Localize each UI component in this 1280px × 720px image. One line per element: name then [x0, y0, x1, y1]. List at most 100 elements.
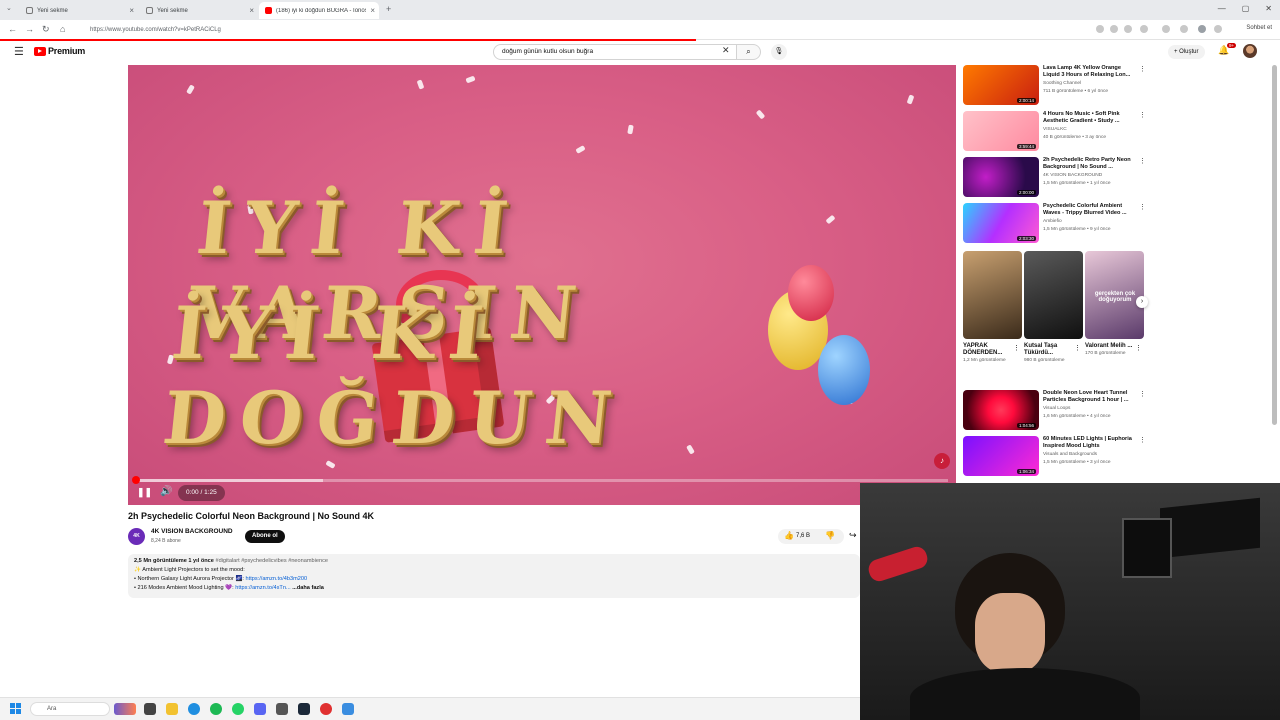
video-title[interactable]: Psychedelic Colorful Ambient Waves - Tri…: [1043, 203, 1135, 217]
tab-search-icon[interactable]: ⌄: [6, 4, 12, 12]
url-field[interactable]: https://www.youtube.com/watch?v=kPetRACi…: [78, 24, 1078, 36]
channel-name[interactable]: VISUALKC: [1043, 127, 1067, 132]
file-explorer-icon[interactable]: [166, 703, 178, 715]
recommended-video[interactable]: 1:04:56 Double Neon Love Heart Tunnel Pa…: [963, 390, 1148, 432]
more-options-icon[interactable]: ⋮: [1139, 111, 1146, 119]
profile-icon[interactable]: [1198, 25, 1206, 33]
volume-icon[interactable]: 🔊: [160, 486, 172, 497]
steam-icon[interactable]: [298, 703, 310, 715]
forward-icon[interactable]: →: [25, 24, 34, 34]
more-options-icon[interactable]: ⋮: [1139, 157, 1146, 165]
spotify-icon[interactable]: [210, 703, 222, 715]
more-options-icon[interactable]: ⋮: [1139, 390, 1146, 398]
video-thumbnail[interactable]: 2:00:14: [963, 65, 1039, 105]
channel-name[interactable]: Visual Loops: [1043, 406, 1070, 411]
channel-name[interactable]: 4K VISION BACKGROUND: [1043, 173, 1102, 178]
app-icon[interactable]: [342, 703, 354, 715]
show-more-link[interactable]: ...daha fazla: [292, 585, 324, 591]
chevron-right-icon[interactable]: ›: [1136, 296, 1148, 308]
short-title[interactable]: YAPRAK DÖNERDEN...: [963, 343, 1013, 357]
video-description[interactable]: 2,5 Mn görüntüleme 1 yıl önce #digitalar…: [128, 554, 860, 598]
extension-icon[interactable]: [1124, 25, 1132, 33]
hashtags[interactable]: #digitalart #psychedelicvibes #neonambie…: [215, 558, 328, 564]
clear-search-icon[interactable]: ✕: [722, 45, 730, 56]
back-icon[interactable]: ←: [8, 24, 17, 34]
browser-tab[interactable]: Yeni sekme ×: [20, 2, 138, 19]
more-options-icon[interactable]: ⋮: [1139, 203, 1146, 211]
short-title[interactable]: Valorant Melih ...: [1085, 343, 1135, 350]
channel-name[interactable]: Soothing Channel: [1043, 81, 1081, 86]
more-options-icon[interactable]: ⋮: [1135, 344, 1142, 352]
search-input[interactable]: doğum günün kutlu olsun buğra: [493, 44, 737, 60]
channel-watermark-icon[interactable]: ♪: [934, 453, 950, 469]
favorites-icon[interactable]: [1180, 25, 1188, 33]
short-item[interactable]: YAPRAK DÖNERDEN... 1,2 Mn görüntüleme ⋮: [963, 251, 1022, 364]
taskbar-search-input[interactable]: Ara: [30, 702, 110, 716]
recommended-video[interactable]: 2:03:30 Psychedelic Colorful Ambient Wav…: [963, 203, 1148, 245]
browser-tab-active[interactable]: (186) iyi ki doğdun BUĞRA - Ionos ×: [259, 2, 379, 19]
video-thumbnail[interactable]: 3:59:44: [963, 111, 1039, 151]
channel-name[interactable]: 4K VISION BACKGROUND: [151, 528, 233, 535]
subscribe-button[interactable]: Abone ol: [245, 530, 285, 543]
share-icon[interactable]: ↪: [849, 530, 857, 541]
search-button[interactable]: ⌕: [737, 44, 761, 60]
recommended-video[interactable]: 3:59:44 4 Hours No Music • Soft Pink Aes…: [963, 111, 1148, 153]
channel-name[interactable]: Visuals and Backgrounds: [1043, 452, 1097, 457]
copilot-chat-button[interactable]: Sohbet et: [1246, 25, 1272, 31]
widget-icon[interactable]: [114, 703, 136, 715]
description-link[interactable]: https://amzn.to/4sTn...: [235, 585, 290, 591]
youtube-logo[interactable]: Premium: [34, 46, 85, 56]
create-button[interactable]: + Oluştur: [1168, 45, 1205, 59]
task-view-icon[interactable]: [144, 703, 156, 715]
channel-name[interactable]: Ambiefio: [1043, 219, 1062, 224]
recommended-video[interactable]: 2:00:00 2h Psychedelic Retro Party Neon …: [963, 157, 1148, 199]
short-item[interactable]: Kutsal Taşa Tükürdü... 980 B görüntüleme…: [1024, 251, 1083, 364]
recommended-video[interactable]: 1:06:34 60 Minutes LED Lights | Euphoria…: [963, 436, 1148, 478]
discord-icon[interactable]: [254, 703, 266, 715]
extension-icon[interactable]: [1140, 25, 1148, 33]
close-window-icon[interactable]: ✕: [1265, 4, 1272, 13]
short-thumbnail[interactable]: [963, 251, 1022, 339]
windows-start-icon[interactable]: [10, 703, 21, 714]
description-link[interactable]: https://amzn.to/4b3m200: [246, 576, 308, 582]
short-thumbnail[interactable]: gerçekten çok doğuyorum: [1085, 251, 1144, 339]
maximize-icon[interactable]: ▢: [1242, 4, 1250, 13]
hamburger-menu-icon[interactable]: ☰: [14, 45, 24, 58]
video-title[interactable]: Lava Lamp 4K Yellow Orange Liquid 3 Hour…: [1043, 65, 1135, 79]
video-title[interactable]: Double Neon Love Heart Tunnel Particles …: [1043, 390, 1135, 404]
page-scrollbar[interactable]: [1272, 65, 1277, 425]
progress-bar[interactable]: [136, 479, 948, 482]
video-thumbnail[interactable]: 2:03:30: [963, 203, 1039, 243]
whatsapp-icon[interactable]: [232, 703, 244, 715]
more-options-icon[interactable]: ⋮: [1013, 344, 1020, 352]
tab-close-icon[interactable]: ×: [249, 6, 254, 15]
more-options-icon[interactable]: ⋮: [1139, 65, 1146, 73]
short-title[interactable]: Kutsal Taşa Tükürdü...: [1024, 343, 1074, 357]
extension-icon[interactable]: [1110, 25, 1118, 33]
home-icon[interactable]: ⌂: [60, 24, 65, 34]
recommended-video[interactable]: 2:00:14 Lava Lamp 4K Yellow Orange Liqui…: [963, 65, 1148, 107]
account-avatar[interactable]: [1243, 44, 1257, 58]
extension-icon[interactable]: [1162, 25, 1170, 33]
video-player[interactable]: İYİ Kİ VARSIN İYİ Kİ DOĞDUN ❚❚ 🔊 0:00 / …: [128, 65, 956, 505]
voice-search-button[interactable]: 🎙: [771, 44, 787, 60]
pause-icon[interactable]: ❚❚: [137, 487, 152, 499]
video-title[interactable]: 4 Hours No Music • Soft Pink Aesthetic G…: [1043, 111, 1135, 125]
like-count[interactable]: 7,6 B: [796, 533, 810, 539]
tab-close-icon[interactable]: ×: [129, 6, 134, 15]
progress-scrubber[interactable]: [132, 476, 140, 484]
app-icon[interactable]: [320, 703, 332, 715]
video-title[interactable]: 2h Psychedelic Retro Party Neon Backgrou…: [1043, 157, 1135, 171]
minimize-icon[interactable]: —: [1218, 4, 1226, 13]
tab-close-icon[interactable]: ×: [370, 6, 375, 15]
short-thumbnail[interactable]: [1024, 251, 1083, 339]
browser-tab[interactable]: Yeni sekme ×: [140, 2, 258, 19]
video-title[interactable]: 60 Minutes LED Lights | Euphoria Inspire…: [1043, 436, 1135, 450]
short-item[interactable]: gerçekten çok doğuyorum Valorant Melih .…: [1085, 251, 1144, 357]
video-thumbnail[interactable]: 1:06:34: [963, 436, 1039, 476]
reload-icon[interactable]: ↻: [42, 24, 50, 35]
new-tab-icon[interactable]: +: [386, 4, 391, 14]
channel-avatar[interactable]: 4K: [128, 528, 145, 545]
more-options-icon[interactable]: ⋮: [1139, 436, 1146, 444]
edge-browser-icon[interactable]: [188, 703, 200, 715]
